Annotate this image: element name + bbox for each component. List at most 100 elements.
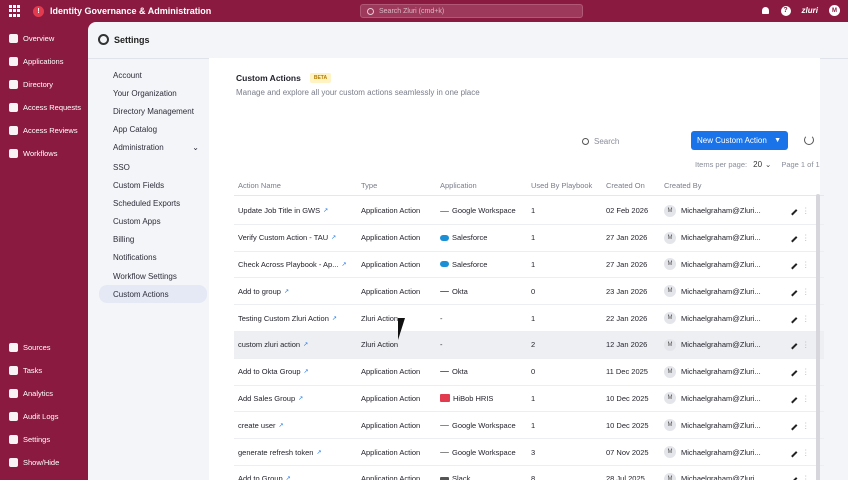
help-icon[interactable]: ? — [780, 5, 791, 16]
action-name-cell[interactable]: Add to Okta Group ↗ — [234, 367, 361, 376]
action-name-cell[interactable]: Add to Group ↗ — [234, 474, 361, 480]
table-row[interactable]: custom zluri action ↗ Zluri Action -2 12 Jan… — [234, 331, 824, 359]
external-link-icon[interactable]: ↗ — [332, 315, 337, 322]
caret-down-icon[interactable]: ▼ — [774, 137, 781, 144]
more-options-icon[interactable]: ⋮ — [802, 340, 814, 349]
more-options-icon[interactable]: ⋮ — [802, 421, 814, 430]
nav-item-applications[interactable]: Applications — [0, 50, 88, 73]
action-name-cell[interactable]: Add to group ↗ — [234, 287, 361, 296]
table-row[interactable]: Add to group ↗ Application Action Okta 0 23 J… — [234, 278, 824, 306]
more-options-icon[interactable]: ⋮ — [802, 367, 814, 376]
settings-menu-item-custom-actions[interactable]: Custom Actions — [99, 285, 207, 304]
table-row[interactable]: Verify Custom Action - TAU ↗ Application A… — [234, 225, 824, 252]
more-options-icon[interactable]: ⋮ — [802, 233, 814, 242]
action-name[interactable]: Testing Custom Zluri Action — [238, 314, 329, 323]
action-name-cell[interactable]: Verify Custom Action - TAU ↗ — [234, 233, 361, 242]
more-options-icon[interactable]: ⋮ — [802, 260, 814, 269]
nav-item-settings[interactable]: Settings — [0, 428, 88, 451]
new-custom-action-button[interactable]: New Custom Action ▼ — [691, 131, 788, 150]
settings-menu-item-custom-fields[interactable]: Custom Fields — [99, 176, 207, 194]
action-name[interactable]: Add Sales Group — [238, 394, 295, 403]
external-link-icon[interactable]: ↗ — [284, 288, 289, 295]
settings-menu-item-scheduled-exports[interactable]: Scheduled Exports — [99, 194, 207, 212]
table-row[interactable]: Testing Custom Zluri Action ↗ Zluri Action… — [234, 305, 824, 332]
table-row[interactable]: Check Across Playbook - Ap... ↗ Applicatio… — [234, 252, 824, 279]
action-name[interactable]: Update Job Title in GWS — [238, 206, 320, 215]
external-link-icon[interactable]: ↗ — [286, 475, 291, 480]
search-input[interactable]: Search — [582, 137, 619, 146]
action-name-cell[interactable]: custom zluri action ↗ — [234, 340, 361, 349]
app-launcher-icon[interactable] — [9, 5, 21, 17]
action-name[interactable]: Verify Custom Action - TAU — [238, 233, 328, 242]
edit-button[interactable] — [782, 339, 802, 350]
action-name-cell[interactable]: Add Sales Group ↗ — [234, 394, 361, 403]
table-row[interactable]: Update Job Title in GWS ↗ Application Acti… — [234, 198, 824, 225]
nav-item-sources[interactable]: Sources — [0, 336, 88, 359]
items-per-page-select[interactable]: 20 — [753, 160, 762, 169]
settings-menu-item-workflow-settings[interactable]: Workflow Settings — [99, 267, 207, 285]
more-options-icon[interactable]: ⋮ — [802, 287, 814, 296]
edit-button[interactable] — [782, 393, 802, 404]
nav-item-access-reviews[interactable]: Access Reviews — [0, 119, 88, 142]
action-name[interactable]: Add to Okta Group — [238, 367, 301, 376]
edit-button[interactable] — [782, 205, 802, 216]
action-name[interactable]: generate refresh token — [238, 448, 313, 457]
more-options-icon[interactable]: ⋮ — [802, 314, 814, 323]
action-name[interactable]: create user — [238, 421, 276, 430]
edit-button[interactable] — [782, 313, 802, 324]
action-name[interactable]: Add to Group — [238, 474, 283, 480]
table-row[interactable]: Add Sales Group ↗ Application Action HiBob … — [234, 386, 824, 413]
edit-button[interactable] — [782, 473, 802, 480]
table-row[interactable]: Add to Group ↗ Application Action Slack 8 28 … — [234, 466, 824, 480]
nav-item-tasks[interactable]: Tasks — [0, 359, 88, 382]
more-options-icon[interactable]: ⋮ — [802, 394, 814, 403]
action-name[interactable]: Check Across Playbook - Ap... — [238, 260, 338, 269]
settings-menu-item-billing[interactable]: Billing — [99, 231, 207, 249]
nav-item-access-requests[interactable]: Access Requests — [0, 96, 88, 119]
action-name[interactable]: Add to group — [238, 287, 281, 296]
external-link-icon[interactable]: ↗ — [323, 207, 328, 214]
edit-button[interactable] — [782, 259, 802, 270]
more-options-icon[interactable]: ⋮ — [802, 206, 814, 215]
nav-item-show-hide[interactable]: Show/Hide — [0, 451, 88, 474]
user-avatar[interactable]: M — [829, 5, 840, 16]
refresh-icon[interactable] — [804, 135, 814, 145]
nav-item-analytics[interactable]: Analytics — [0, 382, 88, 405]
scrollbar[interactable] — [816, 194, 820, 480]
chevron-down-icon[interactable]: ⌄ — [192, 143, 199, 152]
settings-menu-item-your-organization[interactable]: Your Organization — [99, 84, 207, 102]
edit-button[interactable] — [782, 366, 802, 377]
global-search-input[interactable]: Search Zluri (cmd+k) — [360, 4, 583, 18]
action-name[interactable]: custom zluri action — [238, 340, 300, 349]
external-link-icon[interactable]: ↗ — [304, 368, 309, 375]
edit-button[interactable] — [782, 420, 802, 431]
nav-item-audit-logs[interactable]: Audit Logs — [0, 405, 88, 428]
notification-bell-icon[interactable] — [761, 6, 770, 16]
external-link-icon[interactable]: ↗ — [298, 395, 303, 402]
external-link-icon[interactable]: ↗ — [303, 341, 308, 348]
more-options-icon[interactable]: ⋮ — [802, 474, 814, 480]
edit-button[interactable] — [782, 286, 802, 297]
table-row[interactable]: Add to Okta Group ↗ Application Action Okta… — [234, 359, 824, 386]
edit-button[interactable] — [782, 232, 802, 243]
action-name-cell[interactable]: Check Across Playbook - Ap... ↗ — [234, 260, 361, 269]
action-name-cell[interactable]: create user ↗ — [234, 421, 361, 430]
settings-menu-item-notifications[interactable]: Notifications — [99, 249, 207, 267]
settings-menu-item-app-catalog[interactable]: App Catalog — [99, 121, 207, 139]
more-options-icon[interactable]: ⋮ — [802, 448, 814, 457]
nav-item-workflows[interactable]: Workflows — [0, 142, 88, 165]
chevron-down-icon[interactable]: ⌄ — [765, 160, 771, 169]
external-link-icon[interactable]: ↗ — [341, 261, 346, 268]
settings-menu-item-administration[interactable]: Administration ⌄ — [99, 139, 207, 157]
nav-item-overview[interactable]: Overview — [0, 27, 88, 50]
table-row[interactable]: create user ↗ Application Action Google Wor… — [234, 412, 824, 440]
table-row[interactable]: generate refresh token ↗ Application Actio… — [234, 439, 824, 466]
settings-menu-item-sso[interactable]: SSO — [99, 158, 207, 176]
nav-item-directory[interactable]: Directory — [0, 73, 88, 96]
settings-menu-item-custom-apps[interactable]: Custom Apps — [99, 213, 207, 231]
action-name-cell[interactable]: Testing Custom Zluri Action ↗ — [234, 314, 361, 323]
action-name-cell[interactable]: generate refresh token ↗ — [234, 448, 361, 457]
edit-button[interactable] — [782, 447, 802, 458]
external-link-icon[interactable]: ↗ — [331, 234, 336, 241]
settings-menu-item-directory-management[interactable]: Directory Management — [99, 102, 207, 120]
